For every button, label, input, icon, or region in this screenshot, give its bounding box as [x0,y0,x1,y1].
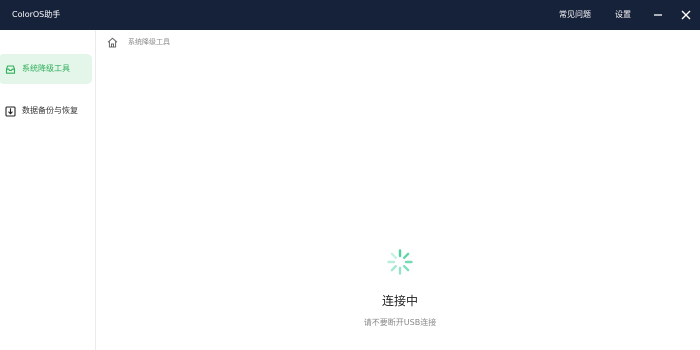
minimize-icon [654,14,662,16]
faq-link[interactable]: 常见问题 [559,0,591,30]
close-icon [681,10,691,20]
app-title: ColorOS助手 [12,10,61,19]
sidebar-item-label: 系统降级工具 [22,64,70,73]
settings-link[interactable]: 设置 [615,0,631,30]
sidebar: 系统降级工具 数据备份与恢复 [0,30,96,350]
title-bar: ColorOS助手 常见问题 设置 [0,0,700,30]
connecting-status-subtitle: 请不要断开USB连接 [363,318,437,327]
close-button[interactable] [678,7,694,23]
sidebar-item-backup[interactable]: 数据备份与恢复 [0,96,92,126]
sidebar-item-downgrade[interactable]: 系统降级工具 [0,54,92,84]
sidebar-item-label: 数据备份与恢复 [22,106,78,115]
loading-spinner-icon [387,249,413,275]
breadcrumb-current: 系统降级工具 [128,38,170,46]
connecting-status-title: 连接中 [381,294,418,308]
home-icon[interactable] [107,37,118,48]
minimize-button[interactable] [650,7,666,23]
downgrade-icon [5,65,16,74]
backup-icon [5,106,16,117]
